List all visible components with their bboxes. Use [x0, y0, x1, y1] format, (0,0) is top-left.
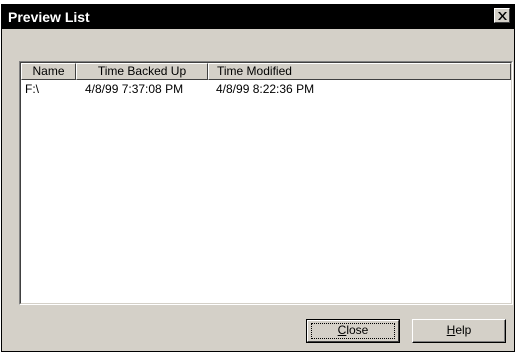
list-header: Name Time Backed Up Time Modified	[21, 63, 511, 80]
column-header-time-modified[interactable]: Time Modified	[208, 63, 511, 80]
column-header-name[interactable]: Name	[21, 63, 76, 80]
help-label-rest: elp	[455, 323, 472, 337]
help-button-label: Help	[447, 323, 472, 337]
window-title: Preview List	[8, 9, 90, 25]
preview-list-view[interactable]: Name Time Backed Up Time Modified F:\ 4/…	[19, 61, 513, 305]
title-bar[interactable]: Preview List	[2, 5, 514, 29]
help-button[interactable]: Help	[412, 319, 506, 343]
column-header-label: Name	[32, 64, 65, 78]
close-x-icon	[498, 12, 507, 20]
cell-name: F:\	[25, 82, 39, 96]
cell-time-backed-up: 4/8/99 7:37:08 PM	[85, 82, 184, 96]
list-row[interactable]: F:\ 4/8/99 7:37:08 PM 4/8/99 8:22:36 PM	[21, 82, 511, 97]
column-header-label: Time Modified	[217, 64, 292, 78]
close-button[interactable]: Close	[306, 319, 400, 343]
close-button-label: Close	[338, 323, 369, 337]
close-label-rest: lose	[346, 323, 369, 337]
title-close-button[interactable]	[494, 8, 510, 23]
column-header-label: Time Backed Up	[97, 64, 187, 78]
column-header-time-backed-up[interactable]: Time Backed Up	[76, 63, 208, 80]
preview-list-dialog: Preview List Name Time Backed Up Time Mo…	[1, 4, 515, 352]
cell-time-modified: 4/8/99 8:22:36 PM	[216, 82, 315, 96]
